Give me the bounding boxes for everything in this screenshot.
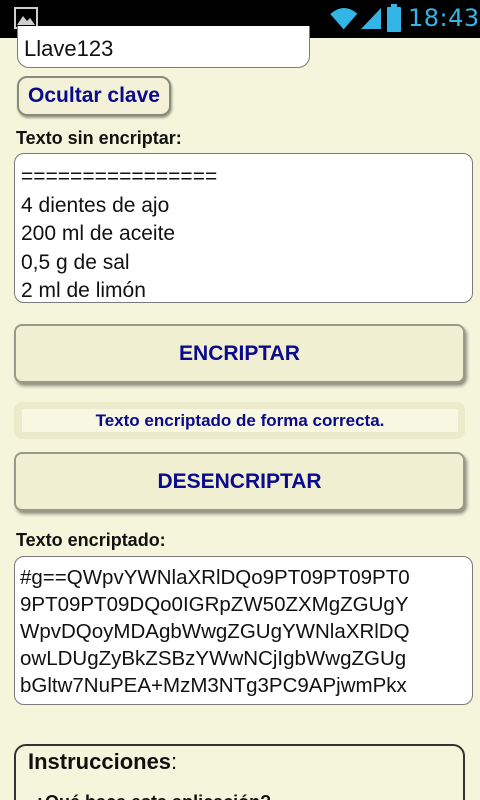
encrypted-text-line: 9PT09PT09DQo0IGRpZW50ZXMgZGUgY xyxy=(20,593,409,616)
wifi-icon xyxy=(330,8,358,30)
plain-text-line: 2 ml de limón xyxy=(21,279,146,302)
battery-icon xyxy=(387,4,401,32)
encrypted-text-line: bGltw7NuPEA+MzM3NTg3PC9APjwmPkx xyxy=(20,674,407,697)
encrypted-text-line: owLDUgZyBkZSBzYWwNCjIgbWwgZGUg xyxy=(20,647,407,670)
signal-icon xyxy=(361,8,381,29)
status-message-box: Texto encriptado de forma correcta. xyxy=(14,402,465,439)
decrypt-button[interactable]: DESENCRIPTAR xyxy=(14,452,465,511)
plain-text-line: 4 dientes de ajo xyxy=(21,193,170,217)
instructions-panel: Instrucciones: ¿Qué hace esta aplicación… xyxy=(14,744,465,800)
instructions-title: Instrucciones: xyxy=(28,749,177,775)
plain-text-line: 0,5 g de sal xyxy=(21,250,130,274)
plain-text-line: 200 ml de aceite xyxy=(21,222,176,245)
plain-text-line: ================ xyxy=(21,165,218,188)
clock: 18:43 xyxy=(408,4,480,32)
plain-text-label: Texto sin encriptar: xyxy=(16,128,182,148)
instructions-title-text: Instrucciones xyxy=(28,749,172,774)
instructions-question: ¿Qué hace esta aplicación? xyxy=(34,792,271,800)
plain-text-area[interactable]: ================ 4 dientes de ajo 200 ml… xyxy=(14,153,473,303)
encrypted-text-line: WpvDQoyMDAgbWwgZGUgYWNlaXRlDQ xyxy=(20,620,410,643)
encrypted-text-line: #g==QWpvYWNlaXRlDQo9PT09PT09PT0 xyxy=(20,566,410,589)
status-message: Texto encriptado de forma correcta. xyxy=(22,409,458,432)
encrypted-text-label: Texto encriptado: xyxy=(16,530,166,550)
hide-key-button[interactable]: Ocultar clave xyxy=(17,76,171,116)
encrypt-button[interactable]: ENCRIPTAR xyxy=(14,324,465,383)
instructions-title-colon: : xyxy=(171,749,178,774)
key-field[interactable]: Llave123 xyxy=(17,26,310,68)
encrypted-text-area[interactable]: #g==QWpvYWNlaXRlDQo9PT09PT09PT0 9PT09PT0… xyxy=(14,556,473,705)
